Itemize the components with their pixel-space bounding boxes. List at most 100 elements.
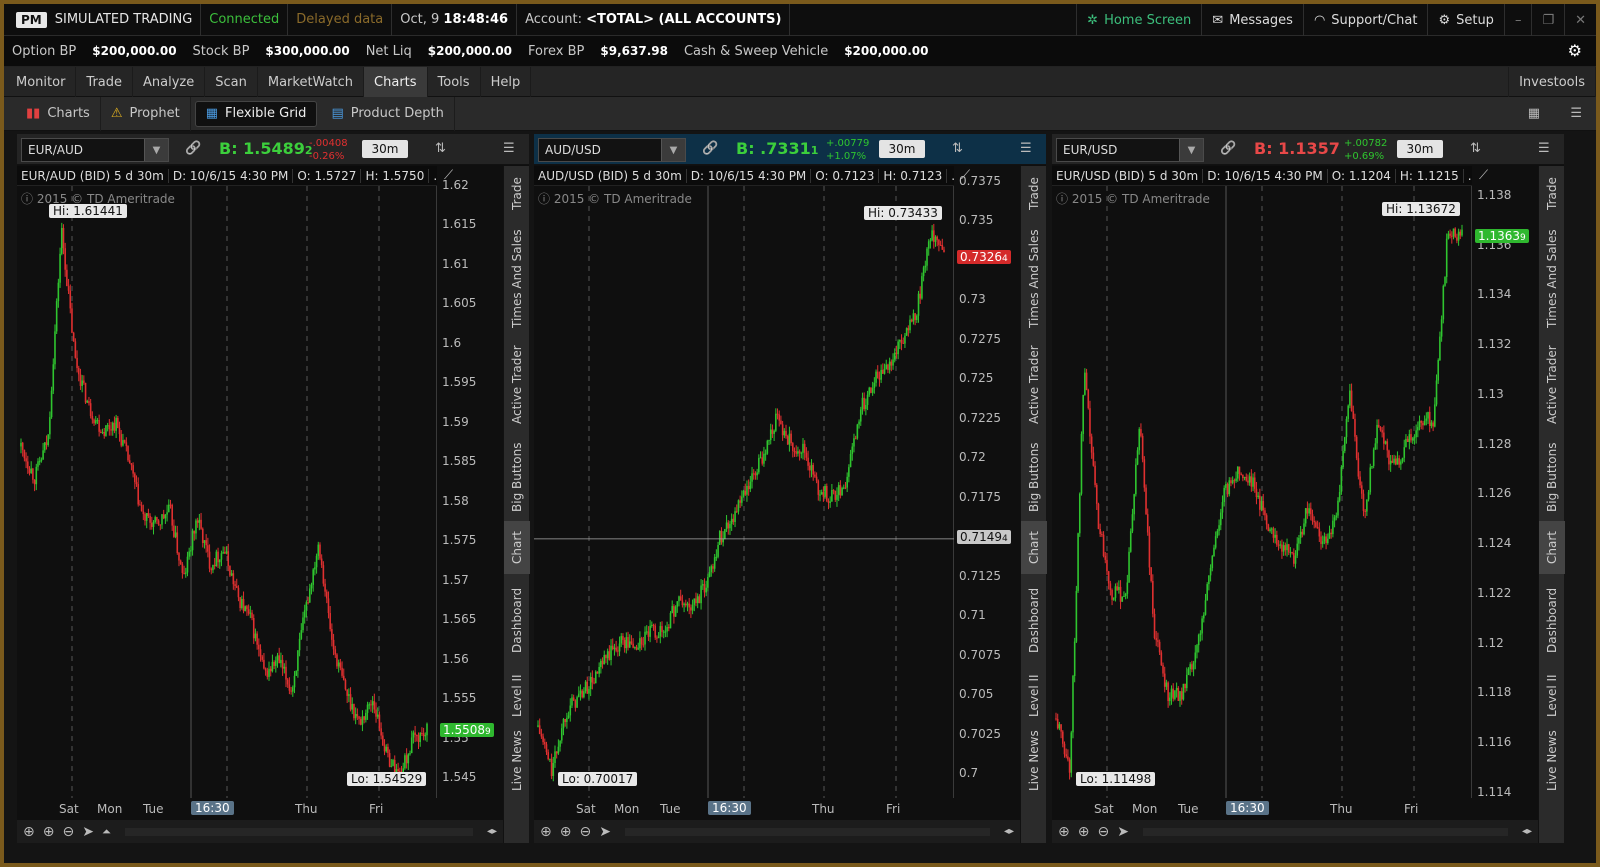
account-label: Account: <box>525 12 582 27</box>
pointer-icon[interactable]: ➤ <box>82 824 94 840</box>
menu-scan[interactable]: Scan <box>205 67 258 97</box>
link-icon[interactable]: 🔗 <box>702 141 718 156</box>
menu-charts[interactable]: Charts <box>364 67 428 97</box>
account-selector[interactable]: Account: <TOTAL> (ALL ACCOUNTS) <box>517 3 791 36</box>
price-plot[interactable]: ⓘ 2015 © TD Ameritrade Hi: 1.13672 Lo: 1.1… <box>1052 186 1472 798</box>
side-tab-chart[interactable]: Chart <box>1021 521 1047 574</box>
side-tab-active-trader[interactable]: Active Trader <box>504 336 530 434</box>
candle-body <box>647 631 650 637</box>
candle-body <box>376 714 379 717</box>
chevron-down-icon[interactable]: ▼ <box>661 139 685 161</box>
timeframe-button[interactable]: 30m <box>1397 140 1443 158</box>
menu-monitor[interactable]: Monitor <box>4 67 77 97</box>
menu-investools[interactable]: Investools <box>1508 67 1596 97</box>
zoom-out-icon[interactable]: ⊖ <box>579 824 591 840</box>
chart-style-icon[interactable]: ⇅ <box>1470 141 1481 156</box>
side-tab-chart[interactable]: Chart <box>504 521 530 574</box>
pointer-icon[interactable]: ➤ <box>1117 824 1129 840</box>
menu-list-icon[interactable]: ☰ <box>1570 106 1582 121</box>
side-tab-level-ii[interactable]: Level II <box>504 666 530 726</box>
home-icon: ✲ <box>1087 12 1099 28</box>
chart-settings-icon[interactable]: ⟋ <box>444 168 453 183</box>
candle-body <box>152 522 155 527</box>
setup-button[interactable]: ⚙ Setup <box>1427 4 1504 36</box>
messages-button[interactable]: ✉ Messages <box>1201 4 1303 36</box>
symbol-selector[interactable]: AUD/USD ▼ <box>538 138 686 162</box>
zoom-in-icon[interactable]: ⊕ <box>560 824 572 840</box>
candle-body <box>910 319 913 322</box>
zoom-in-icon[interactable]: ⊕ <box>1078 824 1090 840</box>
side-tab-times-and-sales[interactable]: Times And Sales <box>1539 222 1565 336</box>
candle-body <box>1240 473 1242 475</box>
symbol-selector[interactable]: EUR/USD ▼ <box>1056 138 1204 162</box>
support-chat-button[interactable]: ◠ Support/Chat <box>1302 4 1428 36</box>
horizontal-scrollbar[interactable] <box>624 827 990 836</box>
panel-menu-icon[interactable]: ☰ <box>1538 141 1550 156</box>
chart-style-icon[interactable]: ⇅ <box>952 141 963 156</box>
side-tab-live-news[interactable]: Live News <box>1021 726 1047 796</box>
side-tab-big-buttons[interactable]: Big Buttons <box>1539 434 1565 521</box>
side-tab-times-and-sales[interactable]: Times And Sales <box>504 222 530 336</box>
link-icon[interactable]: 🔗 <box>185 141 201 156</box>
side-tab-chart[interactable]: Chart <box>1539 521 1565 574</box>
minimize-button[interactable]: – <box>1503 4 1532 36</box>
panel-menu-icon[interactable]: ☰ <box>1020 141 1032 156</box>
zoom-out-icon[interactable]: ⊖ <box>1097 824 1109 840</box>
price-plot[interactable]: ⓘ 2015 © TD Ameritrade Hi: 0.73433 Lo: 0.7… <box>534 186 954 798</box>
subtab-charts[interactable]: ▮▮ Charts <box>4 96 101 131</box>
link-icon[interactable]: 🔗 <box>1220 141 1236 156</box>
settings-gear-icon[interactable]: ⚙ <box>1568 41 1582 60</box>
candle-body <box>1099 528 1101 535</box>
menu-tools[interactable]: Tools <box>428 67 481 97</box>
side-tab-level-ii[interactable]: Level II <box>1539 666 1565 726</box>
symbol-selector[interactable]: EUR/AUD ▼ <box>21 138 169 162</box>
home-screen-button[interactable]: ✲ Home Screen <box>1076 4 1201 36</box>
zoom-out-icon[interactable]: ⊖ <box>62 824 74 840</box>
subtab-flexible-grid[interactable]: ▦ Flexible Grid <box>194 100 318 127</box>
expand-arrows-icon[interactable]: ◂▸ <box>1004 826 1020 837</box>
side-tab-big-buttons[interactable]: Big Buttons <box>1021 434 1047 521</box>
chart-settings-icon[interactable]: ⟋ <box>1479 168 1488 183</box>
zoom-in-icon[interactable]: ⊕ <box>43 824 55 840</box>
layout-grid-icon[interactable]: ▦ <box>1528 106 1540 121</box>
side-tab-dashboard[interactable]: Dashboard <box>1021 574 1047 666</box>
side-tab-active-trader[interactable]: Active Trader <box>1539 336 1565 434</box>
side-tab-trade[interactable]: Trade <box>1539 166 1565 222</box>
menu-marketwatch[interactable]: MarketWatch <box>258 67 365 97</box>
timeframe-button[interactable]: 30m <box>362 140 408 158</box>
chart-settings-icon[interactable]: ⟋ <box>961 168 970 183</box>
chevron-down-icon[interactable]: ▼ <box>144 139 168 161</box>
horizontal-scrollbar[interactable] <box>1142 827 1508 836</box>
side-tab-level-ii[interactable]: Level II <box>1021 666 1047 726</box>
chevron-down-icon[interactable]: ▼ <box>1179 139 1203 161</box>
side-tab-dashboard[interactable]: Dashboard <box>1539 574 1565 666</box>
menu-analyze[interactable]: Analyze <box>133 67 206 97</box>
expand-icon[interactable]: ⏶ <box>102 825 111 839</box>
timeframe-button[interactable]: 30m <box>879 140 925 158</box>
price-plot[interactable]: ⓘ 2015 © TD Ameritrade Hi: 1.61441 Lo: 1.5… <box>17 186 437 798</box>
info-field: EUR/AUD (BID) 5 d 30m <box>17 168 169 183</box>
crosshair-icon[interactable]: ⊕ <box>540 824 552 840</box>
side-tab-active-trader[interactable]: Active Trader <box>1021 336 1047 434</box>
chart-style-icon[interactable]: ⇅ <box>435 141 446 156</box>
horizontal-scrollbar[interactable] <box>124 827 473 836</box>
crosshair-icon[interactable]: ⊕ <box>23 824 35 840</box>
side-tab-trade[interactable]: Trade <box>1021 166 1047 222</box>
crosshair-icon[interactable]: ⊕ <box>1058 824 1070 840</box>
side-tab-dashboard[interactable]: Dashboard <box>504 574 530 666</box>
close-button[interactable]: ✕ <box>1564 4 1596 36</box>
side-tab-times-and-sales[interactable]: Times And Sales <box>1021 222 1047 336</box>
side-tab-live-news[interactable]: Live News <box>504 726 530 796</box>
expand-arrows-icon[interactable]: ◂▸ <box>1522 826 1538 837</box>
panel-menu-icon[interactable]: ☰ <box>503 141 515 156</box>
expand-arrows-icon[interactable]: ◂▸ <box>487 826 503 837</box>
menu-trade[interactable]: Trade <box>76 67 134 97</box>
restore-button[interactable]: ❐ <box>1531 4 1564 36</box>
side-tab-trade[interactable]: Trade <box>504 166 530 222</box>
side-tab-big-buttons[interactable]: Big Buttons <box>504 434 530 521</box>
side-tab-live-news[interactable]: Live News <box>1539 726 1565 796</box>
subtab-prophet[interactable]: ⚠ Prophet <box>101 96 191 131</box>
subtab-product-depth[interactable]: ▤ Product Depth <box>321 96 455 131</box>
menu-help[interactable]: Help <box>481 67 532 97</box>
pointer-icon[interactable]: ➤ <box>599 824 611 840</box>
